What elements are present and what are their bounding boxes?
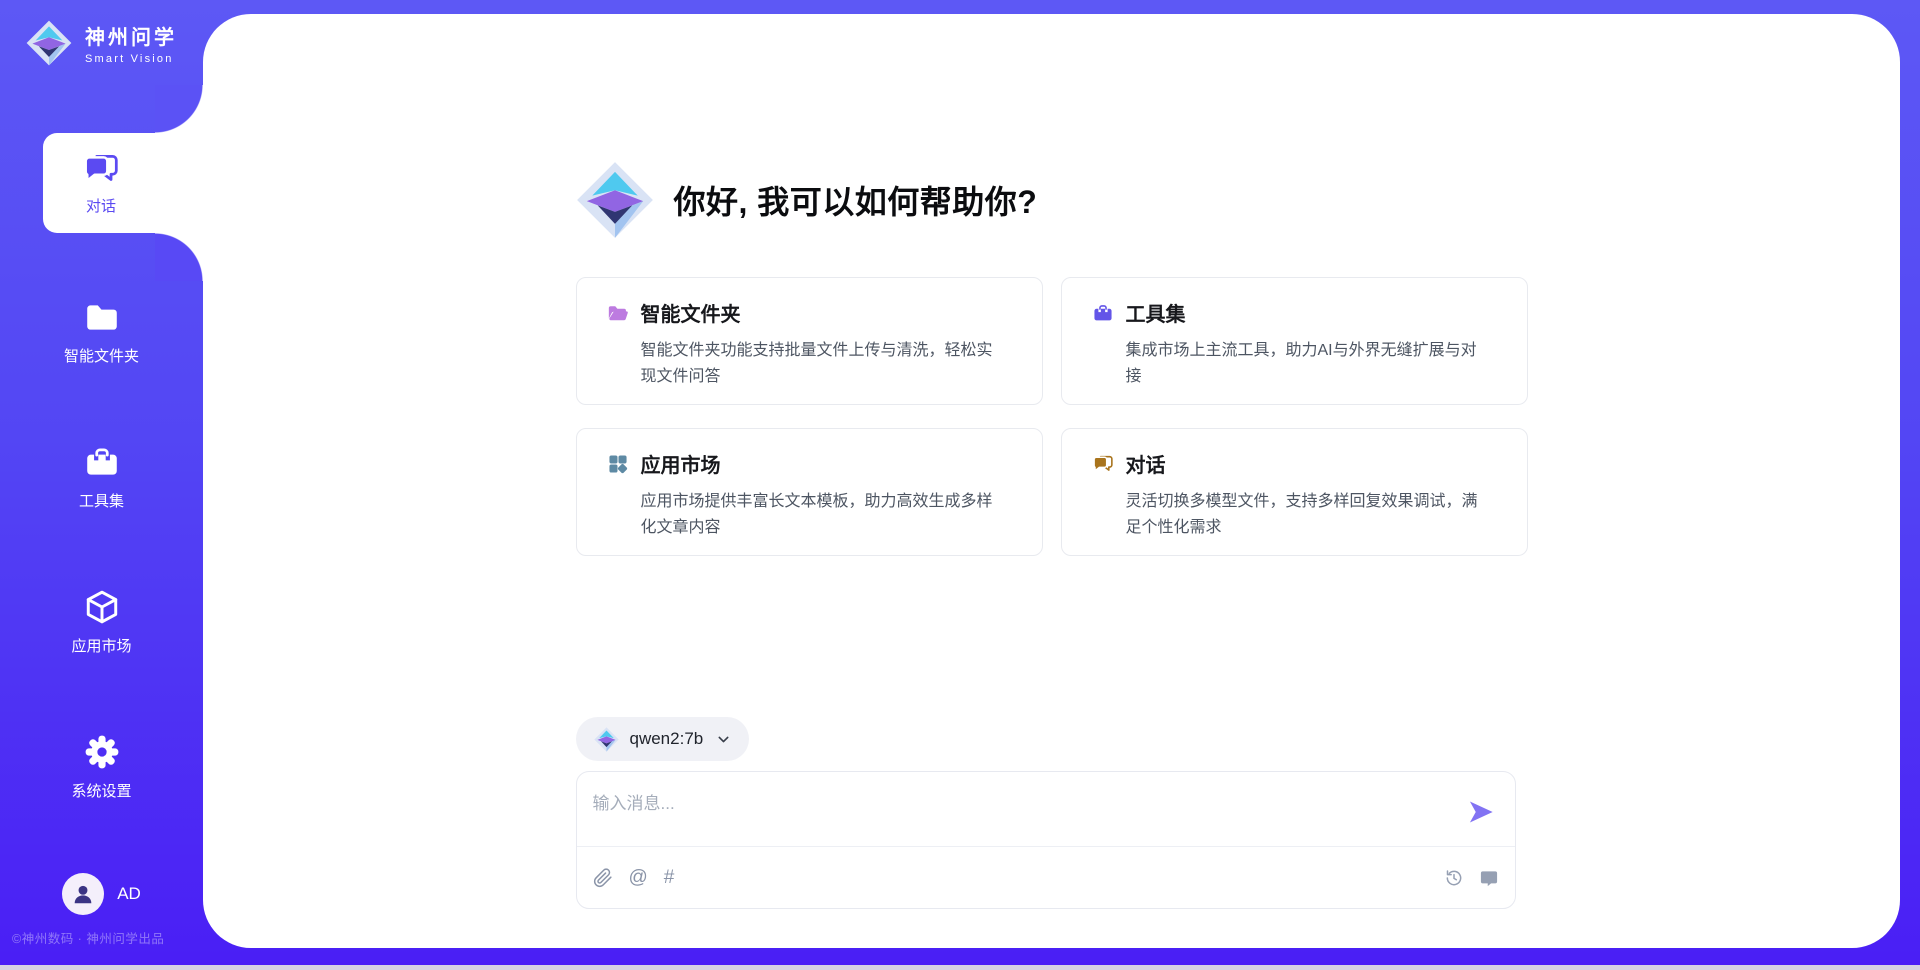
sidebar-item-settings[interactable]: 系统设置 xyxy=(0,733,203,801)
chevron-down-icon xyxy=(716,732,731,747)
main-panel: 你好, 我可以如何帮助你? 智能文件夹 智能文件夹功能支持批量文件上传与清洗，轻… xyxy=(203,14,1900,948)
card-description: 应用市场提供丰富长文本模板，助力高效生成多样化文章内容 xyxy=(641,489,994,540)
avatar xyxy=(62,873,104,915)
sidebar-item-label: 系统设置 xyxy=(71,780,131,801)
history-icon[interactable] xyxy=(1444,868,1464,888)
card-app-market[interactable]: 应用市场 应用市场提供丰富长文本模板，助力高效生成多样化文章内容 xyxy=(576,428,1043,556)
card-head: 工具集 xyxy=(1092,298,1503,327)
model-selector[interactable]: qwen2:7b xyxy=(576,717,750,761)
folder-open-icon xyxy=(607,302,629,324)
brand-text: 神州问学 Smart Vision xyxy=(85,21,177,65)
sidebar-item-app-market[interactable]: 应用市场 xyxy=(0,588,203,656)
sidebar-item-toolset[interactable]: 工具集 xyxy=(0,443,203,511)
sidebar-item-label: 对话 xyxy=(86,195,116,216)
user-name: AD xyxy=(117,884,141,904)
card-title: 应用市场 xyxy=(641,449,721,478)
cube-icon xyxy=(83,588,121,626)
model-name: qwen2:7b xyxy=(630,729,704,749)
send-icon xyxy=(1467,798,1495,826)
folder-icon xyxy=(83,298,121,336)
feedback-bubble-icon[interactable] xyxy=(1479,868,1499,888)
greeting-block: 你好, 我可以如何帮助你? xyxy=(576,160,1528,240)
greeting-title: 你好, 我可以如何帮助你? xyxy=(674,177,1038,223)
brand: 神州问学 Smart Vision xyxy=(26,20,177,66)
card-head: 应用市场 xyxy=(607,449,1018,478)
toolbox-icon xyxy=(1092,302,1114,324)
card-toolset[interactable]: 工具集 集成市场上主流工具，助力AI与外界无缝扩展与对接 xyxy=(1061,277,1528,405)
card-description: 智能文件夹功能支持批量文件上传与清洗，轻松实现文件问答 xyxy=(641,338,994,389)
topic-icon[interactable]: # xyxy=(664,868,675,887)
user-profile[interactable]: AD xyxy=(0,873,203,915)
active-tab-curve-top xyxy=(155,85,203,133)
mention-icon[interactable]: @ xyxy=(629,868,648,887)
active-tab-curve-bottom xyxy=(155,233,203,281)
chat-icon xyxy=(82,150,120,188)
brand-diamond-icon xyxy=(594,727,619,752)
feature-cards: 智能文件夹 智能文件夹功能支持批量文件上传与清洗，轻松实现文件问答 工具集 集成… xyxy=(576,277,1528,556)
card-title: 工具集 xyxy=(1126,298,1186,327)
footer-credit: ©神州数码 · 神州问学出品 xyxy=(12,928,202,947)
attachment-icon[interactable] xyxy=(593,868,613,888)
card-description: 灵活切换多模型文件，支持多样回复效果调试，满足个性化需求 xyxy=(1126,489,1479,540)
composer-toolbar: @ # xyxy=(577,846,1515,908)
gear-icon xyxy=(83,733,121,771)
brand-name: 神州问学 xyxy=(85,21,177,50)
sidebar-item-chat[interactable]: 对话 xyxy=(43,133,203,233)
person-icon xyxy=(70,881,96,907)
brand-diamond-icon xyxy=(26,20,72,66)
sidebar: 神州问学 Smart Vision 对话 智能文件夹 工具集 xyxy=(0,0,203,970)
brand-diamond-icon xyxy=(576,161,654,239)
card-title: 对话 xyxy=(1126,449,1166,478)
app-grid-icon xyxy=(607,453,629,475)
card-description: 集成市场上主流工具，助力AI与外界无缝扩展与对接 xyxy=(1126,338,1479,389)
main-content: 你好, 我可以如何帮助你? 智能文件夹 智能文件夹功能支持批量文件上传与清洗，轻… xyxy=(576,14,1528,909)
chat-icon xyxy=(1092,453,1114,475)
bottom-edge-strip xyxy=(0,965,1920,970)
composer: @ # xyxy=(576,771,1516,909)
sidebar-item-label: 工具集 xyxy=(79,490,124,511)
card-head: 智能文件夹 xyxy=(607,298,1018,327)
sidebar-item-label: 应用市场 xyxy=(71,635,131,656)
toolbox-icon xyxy=(83,443,121,481)
composer-toolbar-right xyxy=(1444,868,1499,888)
card-title: 智能文件夹 xyxy=(641,298,741,327)
card-smart-folder[interactable]: 智能文件夹 智能文件夹功能支持批量文件上传与清洗，轻松实现文件问答 xyxy=(576,277,1043,405)
message-input[interactable] xyxy=(593,789,1453,845)
card-chat[interactable]: 对话 灵活切换多模型文件，支持多样回复效果调试，满足个性化需求 xyxy=(1061,428,1528,556)
brand-subtitle: Smart Vision xyxy=(85,53,177,65)
send-button[interactable] xyxy=(1467,798,1495,826)
sidebar-item-label: 智能文件夹 xyxy=(64,345,139,366)
card-head: 对话 xyxy=(1092,449,1503,478)
sidebar-item-smart-folder[interactable]: 智能文件夹 xyxy=(0,298,203,366)
